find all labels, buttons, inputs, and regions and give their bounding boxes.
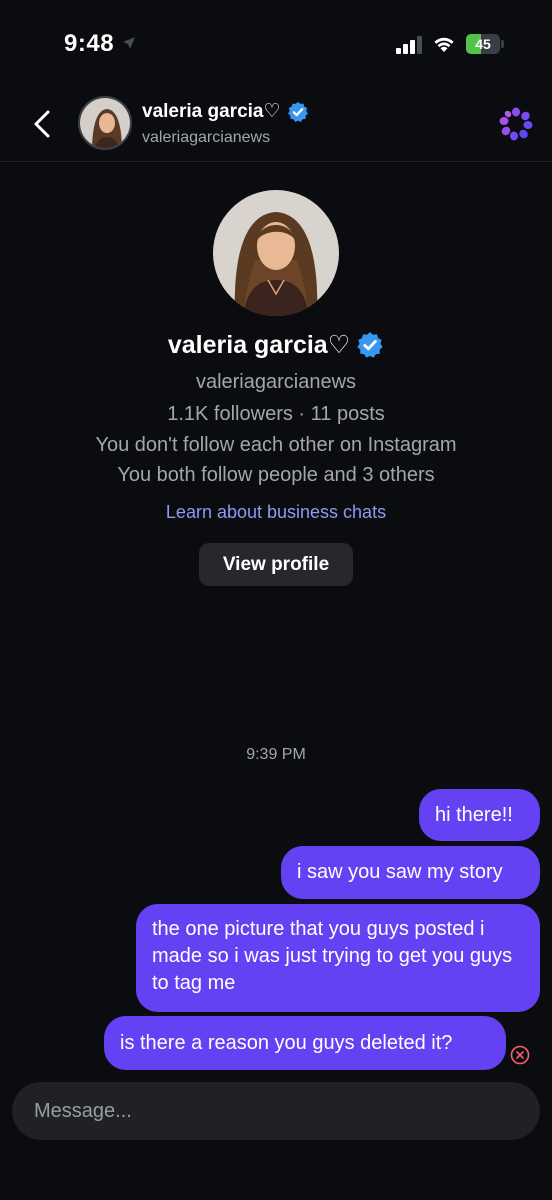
location-arrow-icon: [123, 37, 135, 49]
battery-level: 45: [475, 36, 491, 52]
profile-username: valeriagarcianews: [195, 371, 357, 393]
cellular-signal-icon: [396, 36, 422, 54]
verified-badge-icon: [287, 101, 308, 122]
message-composer: [12, 1082, 540, 1140]
header-username: valeriagarcianews: [142, 129, 271, 146]
message-bubble[interactable]: i saw you saw my story: [281, 846, 540, 899]
profile-avatar[interactable]: [213, 190, 339, 316]
header-name[interactable]: valeria garcia♡: [142, 100, 281, 123]
chevron-left-icon[interactable]: [28, 104, 60, 144]
message-bubble[interactable]: the one picture that you guys posted i m…: [136, 904, 540, 1012]
message-input[interactable]: [34, 1082, 514, 1140]
header-avatar[interactable]: [78, 96, 132, 150]
message-bubble[interactable]: hi there!!: [419, 789, 540, 841]
meta-ai-icon[interactable]: [498, 106, 534, 142]
message-bubble[interactable]: is there a reason you guys deleted it?: [104, 1016, 506, 1070]
follow-status: You don't follow each other on Instagram: [95, 434, 457, 456]
profile-stats: 1.1K followers · 11 posts: [167, 403, 385, 425]
message-timestamp: 9:39 PM: [246, 746, 306, 763]
send-failed-icon[interactable]: [510, 1045, 530, 1065]
wifi-icon: [434, 37, 454, 52]
battery-indicator: 45: [466, 34, 504, 54]
profile-name: valeria garcia♡: [167, 331, 351, 359]
learn-business-chats-link[interactable]: Learn about business chats: [0, 502, 552, 523]
status-bar: 9:48 45: [0, 0, 552, 90]
chat-header: valeria garcia♡ valeriagarcianews: [0, 90, 552, 162]
view-profile-button[interactable]: View profile: [199, 543, 353, 586]
mutual-followers: You both follow people and 3 others: [117, 464, 435, 486]
verified-badge-icon: [357, 332, 383, 358]
status-time: 9:48: [64, 30, 115, 57]
